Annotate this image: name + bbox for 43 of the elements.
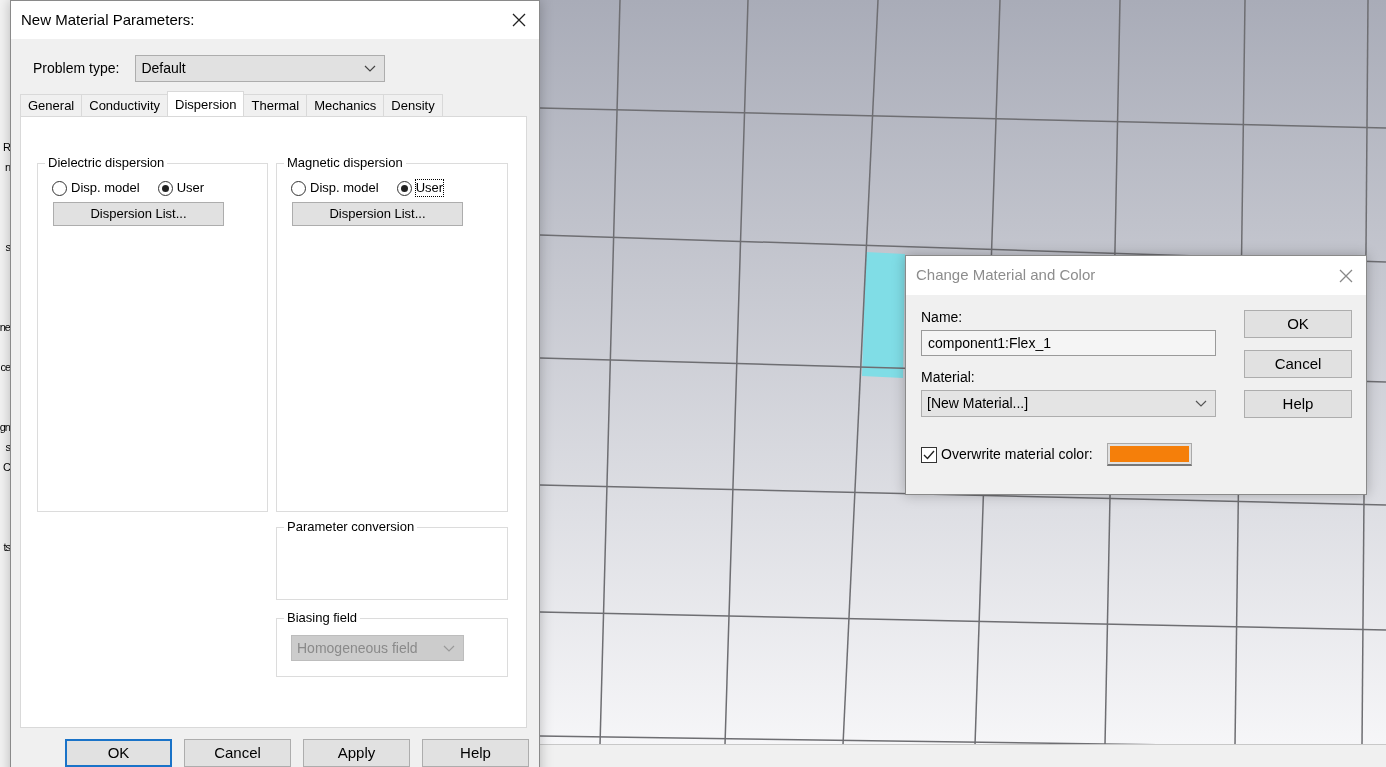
biasing-field-dropdown: Homogeneous field	[291, 635, 464, 661]
caret-icon	[1195, 400, 1207, 407]
close-icon	[1339, 268, 1353, 283]
problem-type-dropdown[interactable]: Default	[135, 55, 386, 82]
text-fragment: n	[4, 160, 10, 174]
dialog-button[interactable]: Help	[1244, 390, 1352, 418]
radio-button[interactable]: Disp. model	[291, 180, 379, 196]
tab[interactable]: General	[20, 94, 83, 116]
dialog-button[interactable]: Help	[422, 739, 529, 767]
radio-button[interactable]: User	[396, 180, 444, 196]
window-title: New Material Parameters:	[21, 9, 195, 30]
dialog-button[interactable]: Cancel	[1244, 350, 1352, 378]
radio-button[interactable]: Disp. model	[52, 180, 140, 196]
checkbox[interactable]: Overwrite material color:	[921, 444, 1093, 465]
dispersion-list-button[interactable]: Dispersion List...	[53, 202, 224, 226]
material-dropdown[interactable]: [New Material...]	[921, 390, 1216, 417]
checkmark-icon	[923, 449, 935, 460]
dialog-button[interactable]: Cancel	[184, 739, 291, 767]
group-title: Dielectric dispersion	[45, 155, 168, 171]
field-label: Name:	[921, 308, 964, 326]
tab[interactable]: Density	[383, 94, 443, 116]
text-fragment: ce	[0, 360, 10, 374]
dialog-button[interactable]: Apply	[303, 739, 410, 767]
group-title: Biasing field	[284, 610, 361, 626]
dialog-button[interactable]: OK	[65, 739, 172, 767]
text-fragment: ne	[0, 320, 10, 334]
text-fragment: R	[3, 140, 10, 154]
window-title: Change Material and Color	[916, 265, 1096, 286]
text-fragment: C	[3, 460, 10, 474]
caret-icon	[364, 65, 377, 72]
dialog-button[interactable]: OK	[1244, 310, 1352, 338]
field-label: Material:	[921, 368, 976, 386]
dispersion-list-button[interactable]: Dispersion List...	[292, 202, 463, 226]
group-title: Magnetic dispersion	[284, 155, 406, 171]
name-field[interactable]: component1:Flex_1	[921, 330, 1216, 356]
field-label: Problem type:	[33, 59, 120, 78]
text-fragment: ts	[3, 540, 10, 554]
close-icon	[512, 13, 526, 27]
text-fragment: gn	[0, 420, 10, 434]
caret-icon	[443, 644, 455, 652]
tab[interactable]: Conductivity	[81, 94, 169, 116]
radio-button[interactable]: User	[157, 180, 205, 196]
tab[interactable]: Dispersion	[167, 91, 245, 116]
